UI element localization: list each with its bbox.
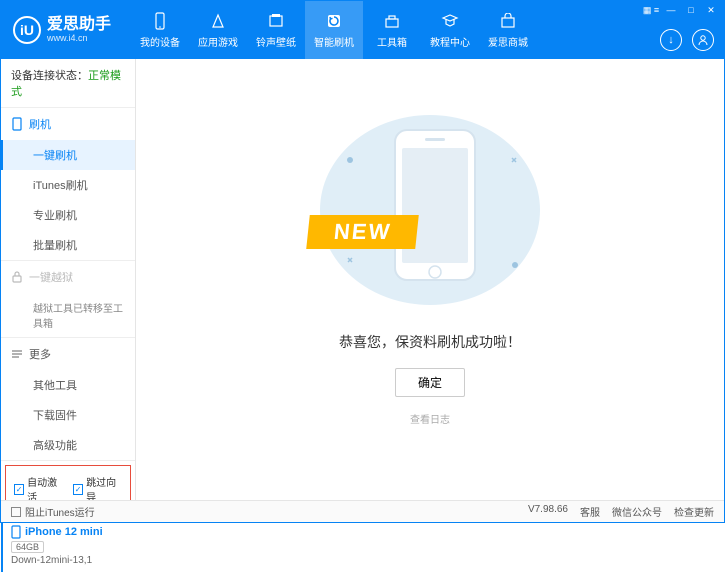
success-message: 恭喜您，保资料刷机成功啦！ [339, 332, 521, 352]
checkbox-icon: ✓ [73, 484, 83, 495]
sidebar-item-batch[interactable]: 批量刷机 [1, 230, 135, 260]
nav-tab-flash[interactable]: 智能刷机 [305, 1, 363, 59]
minimize-button[interactable]: — [662, 3, 680, 17]
device-block[interactable]: iPhone 12 mini 64GB Down-12mini-13,1 [1, 519, 135, 572]
connection-status: 设备连接状态：正常模式 [1, 59, 135, 108]
maximize-button[interactable]: □ [682, 3, 700, 17]
flash-icon [324, 11, 344, 31]
success-illustration: NEW [290, 110, 570, 310]
footer: 阻止iTunes运行 V7.98.66 客服 微信公众号 检查更新 [1, 500, 724, 522]
phone-icon [11, 117, 23, 131]
nav-tabs: 我的设备 应用游戏 铃声壁纸 智能刷机 工具箱 教程中心 爱思商城 [131, 1, 537, 59]
nav-tab-store[interactable]: 爱思商城 [479, 1, 537, 59]
footer-label: 阻止iTunes运行 [25, 504, 95, 519]
sidebar-item-other[interactable]: 其他工具 [1, 370, 135, 400]
jailbreak-note: 越狱工具已转移至工具箱 [1, 293, 135, 337]
nav-tab-tutorial[interactable]: 教程中心 [421, 1, 479, 59]
nav-tab-ringtone[interactable]: 铃声壁纸 [247, 1, 305, 59]
nav-label: 智能刷机 [314, 34, 354, 49]
device-capacity: 64GB [11, 541, 44, 553]
new-banner: NEW [306, 215, 419, 249]
service-link[interactable]: 客服 [580, 504, 600, 519]
apps-icon [208, 11, 228, 31]
status-label: 设备连接状态： [11, 70, 88, 82]
sidebar-label: 更多 [29, 346, 51, 362]
nav-label: 我的设备 [140, 34, 180, 49]
sidebar-label: 一键越狱 [29, 269, 73, 285]
toolbox-icon [382, 11, 402, 31]
brand-url: www.i4.cn [47, 34, 111, 44]
lock-icon [11, 271, 23, 283]
confirm-button[interactable]: 确定 [395, 368, 465, 397]
sidebar-item-pro[interactable]: 专业刷机 [1, 200, 135, 230]
update-link[interactable]: 检查更新 [674, 504, 714, 519]
phone-icon [11, 525, 21, 539]
block-itunes-check[interactable]: 阻止iTunes运行 [11, 504, 95, 519]
nav-tab-apps[interactable]: 应用游戏 [189, 1, 247, 59]
wallpaper-icon [266, 11, 286, 31]
view-log-link[interactable]: 查看日志 [410, 411, 450, 426]
wechat-link[interactable]: 微信公众号 [612, 504, 662, 519]
device-name: iPhone 12 mini [11, 525, 127, 539]
logo-icon: iU [13, 16, 41, 44]
list-icon [11, 349, 23, 359]
app-header: iU 爱思助手 www.i4.cn 我的设备 应用游戏 铃声壁纸 智能刷机 工具… [1, 1, 724, 59]
version-label: V7.98.66 [528, 504, 568, 519]
device-info: Down-12mini-13,1 [11, 555, 127, 566]
download-icon[interactable]: ↓ [660, 29, 682, 51]
checkbox-icon: ✓ [14, 484, 24, 495]
user-icon[interactable] [692, 29, 714, 51]
tutorial-icon [440, 11, 460, 31]
nav-label: 铃声壁纸 [256, 34, 296, 49]
sidebar-label: 刷机 [29, 116, 51, 132]
sidebar-head-jailbreak: 一键越狱 [1, 261, 135, 293]
sidebar-item-advanced[interactable]: 高级功能 [1, 430, 135, 460]
nav-label: 教程中心 [430, 34, 470, 49]
checkbox-icon [11, 507, 21, 517]
sidebar-item-firmware[interactable]: 下载固件 [1, 400, 135, 430]
nav-tab-device[interactable]: 我的设备 [131, 1, 189, 59]
brand-title: 爱思助手 [47, 16, 111, 34]
close-button[interactable]: ✕ [702, 3, 720, 17]
nav-label: 工具箱 [377, 34, 407, 49]
sidebar-head-flash[interactable]: 刷机 [1, 108, 135, 140]
logo: iU 爱思助手 www.i4.cn [13, 16, 111, 44]
window-controls: ▦ ≡ — □ ✕ [638, 1, 724, 19]
nav-tab-tools[interactable]: 工具箱 [363, 1, 421, 59]
sidebar-head-more[interactable]: 更多 [1, 338, 135, 370]
sidebar-item-oneclick[interactable]: 一键刷机 [1, 140, 135, 170]
nav-label: 应用游戏 [198, 34, 238, 49]
menu-button[interactable]: ▦ ≡ [642, 3, 660, 17]
sidebar: 设备连接状态：正常模式 刷机 一键刷机 iTunes刷机 专业刷机 批量刷机 一… [1, 59, 136, 502]
main-content: NEW 恭喜您，保资料刷机成功啦！ 确定 查看日志 [136, 59, 724, 502]
nav-label: 爱思商城 [488, 34, 528, 49]
store-icon [498, 11, 518, 31]
phone-icon [150, 11, 170, 31]
header-right: ↓ [660, 29, 714, 51]
sidebar-item-itunes[interactable]: iTunes刷机 [1, 170, 135, 200]
